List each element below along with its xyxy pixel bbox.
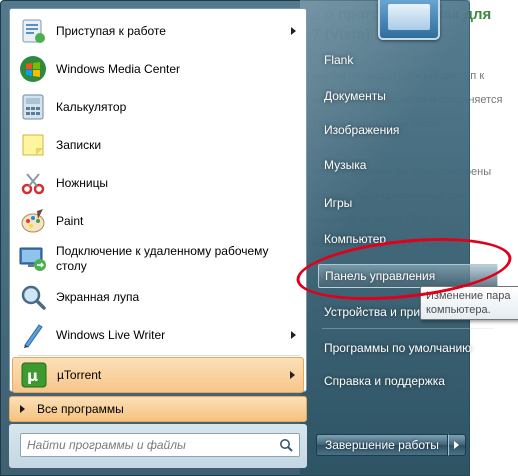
right-item-user[interactable]: Flank xyxy=(318,48,498,72)
shutdown-button[interactable]: Завершение работы xyxy=(316,434,448,456)
submenu-arrow-icon xyxy=(291,27,296,35)
program-item-getting-started[interactable]: Приступая к работе xyxy=(12,13,304,49)
sticky-notes-icon xyxy=(17,129,49,161)
program-label: Подключение к удаленному рабочему столу xyxy=(56,244,269,274)
all-programs-button[interactable]: Все программы xyxy=(9,396,307,422)
program-label: Paint xyxy=(56,213,84,228)
start-menu: Приступая к работе Windows Media Center … xyxy=(0,0,518,476)
media-center-icon xyxy=(17,53,49,85)
program-item-media-center[interactable]: Windows Media Center xyxy=(12,51,304,87)
paint-icon xyxy=(17,205,49,237)
right-item-music[interactable]: Музыка xyxy=(318,153,498,177)
program-label: Экранная лупа xyxy=(56,289,140,304)
program-item-magnifier[interactable]: Экранная лупа xyxy=(12,279,304,315)
right-item-pictures[interactable]: Изображения xyxy=(318,118,498,142)
program-label-line: Подключение к удаленному рабочему xyxy=(56,244,269,258)
getting-started-icon xyxy=(17,15,49,47)
program-item-snipping-tool[interactable]: Ножницы xyxy=(12,165,304,201)
chevron-right-icon xyxy=(454,441,460,449)
search-area xyxy=(9,424,307,468)
right-item-documents[interactable]: Документы xyxy=(318,84,498,108)
tooltip-line: компьютера. xyxy=(426,304,491,316)
right-item-control-panel[interactable]: Панель управления xyxy=(318,264,498,288)
program-label: Приступая к работе xyxy=(56,23,166,38)
submenu-arrow-icon xyxy=(290,371,295,379)
user-picture[interactable] xyxy=(378,0,440,40)
program-item-remote-desktop[interactable]: Подключение к удаленному рабочему столу xyxy=(12,241,304,277)
submenu-arrow-icon xyxy=(291,331,296,339)
shutdown-options-button[interactable] xyxy=(447,434,466,456)
right-column-divider xyxy=(322,328,494,329)
search-box[interactable] xyxy=(20,433,300,457)
all-programs-label: Все программы xyxy=(37,402,124,416)
scissors-icon xyxy=(17,167,49,199)
utorrent-icon: µ xyxy=(18,359,50,391)
svg-text:µ: µ xyxy=(27,367,38,385)
shutdown-group: Завершение работы xyxy=(316,434,466,456)
program-list: Приступая к работе Windows Media Center … xyxy=(9,8,307,393)
all-programs-arrow-icon xyxy=(20,405,25,413)
remote-desktop-icon xyxy=(17,243,49,275)
program-label: Windows Live Writer xyxy=(56,327,166,342)
program-item-calculator[interactable]: Калькулятор xyxy=(12,89,304,125)
program-item-sticky-notes[interactable]: Записки xyxy=(12,127,304,163)
program-item-paint[interactable]: Paint xyxy=(12,203,304,239)
program-label: Ножницы xyxy=(56,175,109,190)
program-label: Записки xyxy=(56,137,102,152)
right-item-default-programs[interactable]: Программы по умолчанию xyxy=(318,336,498,360)
magnifier-icon xyxy=(17,281,49,313)
live-writer-icon xyxy=(17,319,49,351)
right-item-games[interactable]: Игры xyxy=(318,191,498,215)
program-item-live-writer[interactable]: Windows Live Writer xyxy=(12,317,304,353)
program-label-line: столу xyxy=(56,259,87,273)
program-label: Калькулятор xyxy=(56,99,127,114)
program-item-utorrent[interactable]: µ µTorrent xyxy=(12,357,304,393)
right-item-help-support[interactable]: Справка и поддержка xyxy=(318,369,498,393)
program-list-divider xyxy=(18,355,300,356)
search-icon[interactable] xyxy=(273,434,299,456)
calculator-icon xyxy=(17,91,49,123)
program-label: Windows Media Center xyxy=(56,61,181,76)
program-label: µTorrent xyxy=(57,367,102,382)
search-input[interactable] xyxy=(21,434,273,456)
control-panel-tooltip: Изменение пара компьютера. xyxy=(420,286,518,320)
tooltip-line: Изменение пара xyxy=(426,290,511,302)
user-picture-image xyxy=(388,4,430,30)
right-item-computer[interactable]: Компьютер xyxy=(318,227,498,251)
